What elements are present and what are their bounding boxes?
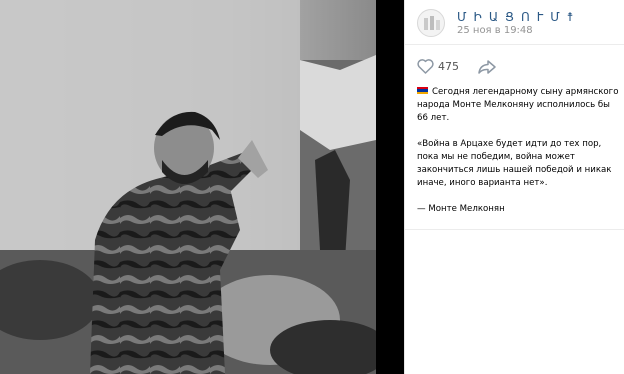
paragraph-1-text: Сегодня легендарному сыну армянского нар… xyxy=(417,87,619,123)
header-divider xyxy=(405,44,624,45)
avatar-graphic xyxy=(424,16,440,30)
like-count: 475 xyxy=(438,60,459,73)
like-button[interactable]: 475 xyxy=(417,58,477,78)
share-arrow-icon[interactable] xyxy=(477,59,497,75)
post-header: Մ Ի Ա Ց Ո Ւ Մ ☨ 25 ноя в 19:48 xyxy=(417,8,622,38)
post-photo[interactable] xyxy=(0,0,376,374)
post-paragraph-3: — Монте Мелконян xyxy=(417,204,505,214)
photo-scene xyxy=(0,0,376,374)
community-avatar-icon[interactable] xyxy=(417,9,445,37)
post-paragraph-2: «Война в Арцахе будет идти до тех пор, п… xyxy=(417,139,612,188)
post-actions: 475 xyxy=(417,58,617,78)
post-text: Сегодня легендарному сыну армянского нар… xyxy=(417,86,622,229)
armenia-flag-icon xyxy=(417,87,428,94)
text-divider xyxy=(405,229,624,230)
post-paragraph-1: Сегодня легендарному сыну армянского нар… xyxy=(417,86,622,125)
author-name-link[interactable]: Մ Ի Ա Ց Ո Ւ Մ ☨ xyxy=(457,10,575,24)
post-date[interactable]: 25 ноя в 19:48 xyxy=(457,25,533,36)
post-sidebar: Մ Ի Ա Ց Ո Ւ Մ ☨ 25 ноя в 19:48 475 Сегод… xyxy=(404,0,624,374)
flag-stripe-orange xyxy=(417,91,428,94)
heart-icon xyxy=(417,59,434,74)
